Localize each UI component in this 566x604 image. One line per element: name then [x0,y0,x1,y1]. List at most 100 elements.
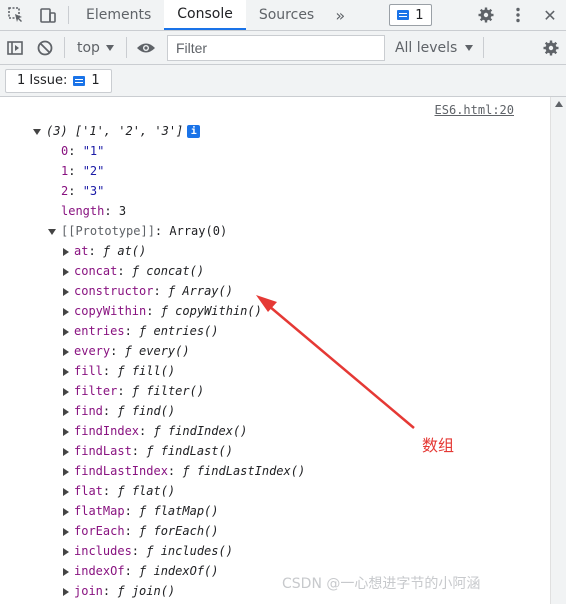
chevron-down-icon [465,44,474,51]
method-signature: findLastIndex() [196,464,306,478]
tab-elements[interactable]: Elements [73,0,164,30]
prototype-method-row[interactable]: includes: ƒ includes() [63,541,233,561]
function-glyph: ƒ [117,584,132,598]
expand-triangle-icon[interactable] [63,367,69,376]
issues-button[interactable]: 1 Issue: 1 [5,68,112,93]
method-signature: join() [131,584,176,598]
expand-triangle-icon[interactable] [63,487,69,496]
kebab-menu-icon[interactable] [502,6,534,24]
method-key: indexOf [74,564,125,578]
array-value: "1" [82,144,105,158]
expand-triangle-icon[interactable] [63,527,69,536]
gear-icon[interactable] [470,6,502,24]
prototype-row[interactable]: [[Prototype]]: Array(0) [48,221,227,241]
issues-count: 1 [91,73,100,88]
tab-sources[interactable]: Sources [246,0,327,30]
prototype-method-row[interactable]: forEach: ƒ forEach() [63,521,219,541]
method-signature: filter() [146,384,205,398]
scroll-up-icon[interactable] [555,101,563,107]
array-summary-row[interactable]: (3) ['1', '2', '3'] i [33,121,201,141]
log-levels-value: All levels [394,39,458,56]
method-key: every [74,344,111,358]
expand-triangle-icon[interactable] [63,327,69,336]
close-icon[interactable]: ✕ [534,6,566,25]
length-key: length [61,204,105,218]
prototype-method-row[interactable]: find: ƒ find() [63,401,175,421]
function-glyph: ƒ [117,484,132,498]
prototype-method-row[interactable]: join: ƒ join() [63,581,175,601]
prototype-method-row[interactable]: every: ƒ every() [63,341,190,361]
method-key: flat [74,484,103,498]
function-glyph: ƒ [139,324,154,338]
issues-counter-value: 1 [415,7,424,23]
prototype-method-row[interactable]: entries: ƒ entries() [63,321,219,341]
method-signature: Array() [182,284,233,298]
expand-triangle-icon[interactable] [63,547,69,556]
expand-triangle-icon[interactable] [63,287,69,296]
inspect-element-icon[interactable] [0,0,32,30]
method-key: fill [74,364,103,378]
prototype-method-row[interactable]: indexOf: ƒ indexOf() [63,561,219,581]
array-item-row: 0: "1" [61,144,105,158]
expand-triangle-icon[interactable] [63,247,69,256]
prototype-method-row[interactable]: findLast: ƒ findLast() [63,441,233,461]
method-key: filter [74,384,118,398]
expand-triangle-icon[interactable] [63,407,69,416]
method-key: forEach [74,524,125,538]
collapse-triangle-icon[interactable] [33,128,41,135]
device-toolbar-icon[interactable] [32,0,64,30]
more-tabs-button[interactable]: » [327,0,353,30]
gear-icon[interactable] [536,31,566,65]
prototype-method-row[interactable]: at: ƒ at() [63,241,146,261]
chevron-down-icon [105,44,114,51]
expand-triangle-icon[interactable] [63,307,69,316]
method-signature: fill() [131,364,176,378]
method-signature: findIndex() [167,424,248,438]
expand-triangle-icon[interactable] [63,467,69,476]
function-glyph: ƒ [182,464,197,478]
context-selector[interactable]: top [69,40,122,56]
method-signature: entries() [153,324,219,338]
prototype-method-row[interactable]: copyWithin: ƒ copyWithin() [63,301,262,321]
prototype-method-row[interactable]: fill: ƒ fill() [63,361,175,381]
filter-input[interactable] [166,34,385,61]
live-expression-icon[interactable] [131,31,161,65]
collapse-triangle-icon[interactable] [48,228,56,235]
method-signature: find() [131,404,176,418]
prototype-method-row[interactable]: flatMap: ƒ flatMap() [63,501,219,521]
expand-triangle-icon[interactable] [63,347,69,356]
prototype-method-row[interactable]: findIndex: ƒ findIndex() [63,421,247,441]
array-value: "3" [82,184,105,198]
method-key: constructor [74,284,154,298]
prototype-method-row[interactable]: findLastIndex: ƒ findLastIndex() [63,461,305,481]
show-sidebar-icon[interactable] [0,31,30,65]
prototype-method-row[interactable]: constructor: ƒ Array() [63,281,233,301]
prototype-method-row[interactable]: concat: ƒ concat() [63,261,204,281]
prototype-method-row[interactable]: filter: ƒ filter() [63,381,204,401]
issues-counter-button[interactable]: 1 [389,4,432,26]
clear-console-icon[interactable] [30,31,60,65]
method-signature: concat() [146,264,205,278]
expand-triangle-icon[interactable] [63,587,69,596]
function-glyph: ƒ [146,444,161,458]
method-signature: indexOf() [153,564,219,578]
expand-triangle-icon[interactable] [63,387,69,396]
method-key: findIndex [74,424,140,438]
tab-console[interactable]: Console [164,0,246,30]
array-item-row: 1: "2" [61,164,105,178]
length-row: length: 3 [61,204,127,218]
expand-triangle-icon[interactable] [63,507,69,516]
prototype-method-row[interactable]: flat: ƒ flat() [63,481,175,501]
method-signature: flatMap() [153,504,219,518]
expand-triangle-icon[interactable] [63,267,69,276]
expand-triangle-icon[interactable] [63,567,69,576]
function-glyph: ƒ [117,404,132,418]
expand-triangle-icon[interactable] [63,427,69,436]
issue-flag-icon [397,10,410,20]
method-signature: every() [139,344,190,358]
source-link[interactable]: ES6.html:20 [435,103,514,117]
log-levels-dropdown[interactable]: All levels [394,39,474,56]
vertical-scrollbar[interactable] [550,97,566,604]
info-icon[interactable]: i [187,125,201,138]
expand-triangle-icon[interactable] [63,447,69,456]
